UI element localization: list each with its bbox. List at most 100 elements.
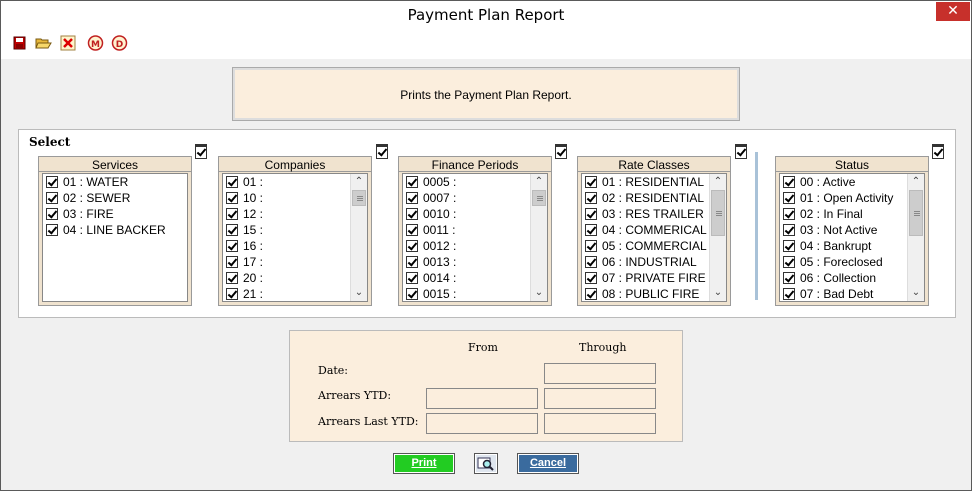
checkbox[interactable] [783,208,795,220]
arrears-last-ytd-from-input[interactable] [426,413,538,434]
status-list-item[interactable]: 02 : In Final [780,206,924,222]
m-circle-icon[interactable]: M [87,35,104,51]
checkbox[interactable] [585,208,597,220]
status-list-item[interactable]: 01 : Open Activity [780,190,924,206]
rate-classes-list-item[interactable]: 02 : RESIDENTIAL [582,190,726,206]
arrears-ytd-from-input[interactable] [426,388,538,409]
checkbox[interactable] [406,240,418,252]
checkbox[interactable] [46,224,58,236]
finance-periods-list-item[interactable]: 0014 : [403,270,547,286]
services-list-item[interactable]: 02 : SEWER [43,190,187,206]
checkbox[interactable] [406,208,418,220]
checkbox[interactable] [783,192,795,204]
checkbox[interactable] [46,192,58,204]
scrollbar[interactable]: ⌃ ⌄ [907,174,924,301]
services-list-item[interactable]: 03 : FIRE [43,206,187,222]
status-list-item[interactable]: 03 : Not Active [780,222,924,238]
finance-periods-list[interactable]: 0005 : 0007 : 0010 : 0011 : 0012 : 0013 : 0014… [402,173,548,302]
companies-list[interactable]: 01 :10 :12 :15 :16 :17 :20 :21 : ⌃ ⌄ [222,173,368,302]
finance-periods-list-item[interactable]: 0013 : [403,254,547,270]
status-check-all-icon[interactable] [932,144,944,159]
status-list-item[interactable]: 07 : Bad Debt [780,286,924,301]
finance-periods-list-item[interactable]: 0015 : [403,286,547,301]
rate-classes-list-item[interactable]: 07 : PRIVATE FIRE [582,270,726,286]
scroll-down-icon[interactable]: ⌄ [710,285,726,301]
open-folder-icon[interactable] [35,35,52,51]
checkbox[interactable] [585,224,597,236]
checkbox[interactable] [226,288,238,300]
checkbox[interactable] [783,224,795,236]
arrears-ytd-through-input[interactable] [544,388,656,409]
date-through-input[interactable] [544,363,656,384]
print-button[interactable]: Print [393,453,455,474]
status-list-item[interactable]: 00 : Active [780,174,924,190]
checkbox[interactable] [406,256,418,268]
scrollbar[interactable]: ⌃ ⌄ [530,174,547,301]
services-list[interactable]: 01 : WATER 02 : SEWER 03 : FIRE 04 : LINE B… [42,173,188,302]
status-list-item[interactable]: 06 : Collection [780,270,924,286]
checkbox[interactable] [585,240,597,252]
finance-periods-list-item[interactable]: 0011 : [403,222,547,238]
checkbox[interactable] [226,192,238,204]
cancel-button[interactable]: Cancel [517,453,579,474]
companies-list-item[interactable]: 01 : [223,174,367,190]
rate-classes-list-item[interactable]: 01 : RESIDENTIAL [582,174,726,190]
arrears-last-ytd-through-input[interactable] [544,413,656,434]
checkbox[interactable] [406,288,418,300]
finance-periods-list-item[interactable]: 0007 : [403,190,547,206]
services-list-item[interactable]: 01 : WATER [43,174,187,190]
scroll-up-icon[interactable]: ⌃ [351,174,367,190]
checkbox[interactable] [585,176,597,188]
checkbox[interactable] [406,272,418,284]
checkbox[interactable] [226,272,238,284]
scroll-thumb[interactable] [532,190,546,206]
status-list-item[interactable]: 04 : Bankrupt [780,238,924,254]
save-icon[interactable] [12,35,28,51]
checkbox[interactable] [783,176,795,188]
checkbox[interactable] [585,256,597,268]
scroll-up-icon[interactable]: ⌃ [531,174,547,190]
rate-classes-list-item[interactable]: 03 : RES TRAILER [582,206,726,222]
checkbox[interactable] [585,192,597,204]
checkbox[interactable] [46,208,58,220]
services-list-item[interactable]: 04 : LINE BACKER [43,222,187,238]
services-check-all-icon[interactable] [195,144,207,159]
rate-classes-list-item[interactable]: 08 : PUBLIC FIRE [582,286,726,301]
scroll-thumb[interactable] [711,190,725,236]
rate-classes-list-item[interactable]: 04 : COMMERICAL [582,222,726,238]
scroll-down-icon[interactable]: ⌄ [908,285,924,301]
status-list-item[interactable]: 05 : Foreclosed [780,254,924,270]
companies-list-item[interactable]: 20 : [223,270,367,286]
close-button[interactable]: ✕ [936,2,970,21]
checkbox[interactable] [226,240,238,252]
checkbox[interactable] [406,224,418,236]
checkbox[interactable] [226,208,238,220]
rate-classes-list[interactable]: 01 : RESIDENTIAL 02 : RESIDENTIAL 03 : RES… [581,173,727,302]
scroll-up-icon[interactable]: ⌃ [908,174,924,190]
checkbox[interactable] [783,288,795,300]
rate-classes-check-all-icon[interactable] [735,144,747,159]
checkbox[interactable] [585,288,597,300]
checkbox[interactable] [226,176,238,188]
finance-periods-check-all-icon[interactable] [555,144,567,159]
checkbox[interactable] [406,176,418,188]
companies-list-item[interactable]: 15 : [223,222,367,238]
d-circle-icon[interactable]: D [111,35,128,51]
companies-list-item[interactable]: 17 : [223,254,367,270]
preview-button[interactable] [474,453,498,474]
status-list[interactable]: 00 : Active 01 : Open Activity 02 : In Fin… [779,173,925,302]
companies-list-item[interactable]: 10 : [223,190,367,206]
checkbox[interactable] [783,240,795,252]
scroll-up-icon[interactable]: ⌃ [710,174,726,190]
rate-classes-list-item[interactable]: 05 : COMMERCIAL [582,238,726,254]
finance-periods-list-item[interactable]: 0005 : [403,174,547,190]
checkbox[interactable] [585,272,597,284]
companies-check-all-icon[interactable] [376,144,388,159]
checkbox[interactable] [783,272,795,284]
companies-list-item[interactable]: 12 : [223,206,367,222]
scroll-thumb[interactable] [909,190,923,236]
companies-list-item[interactable]: 21 : [223,286,367,301]
scroll-down-icon[interactable]: ⌄ [351,285,367,301]
checkbox[interactable] [46,176,58,188]
checkbox[interactable] [226,224,238,236]
